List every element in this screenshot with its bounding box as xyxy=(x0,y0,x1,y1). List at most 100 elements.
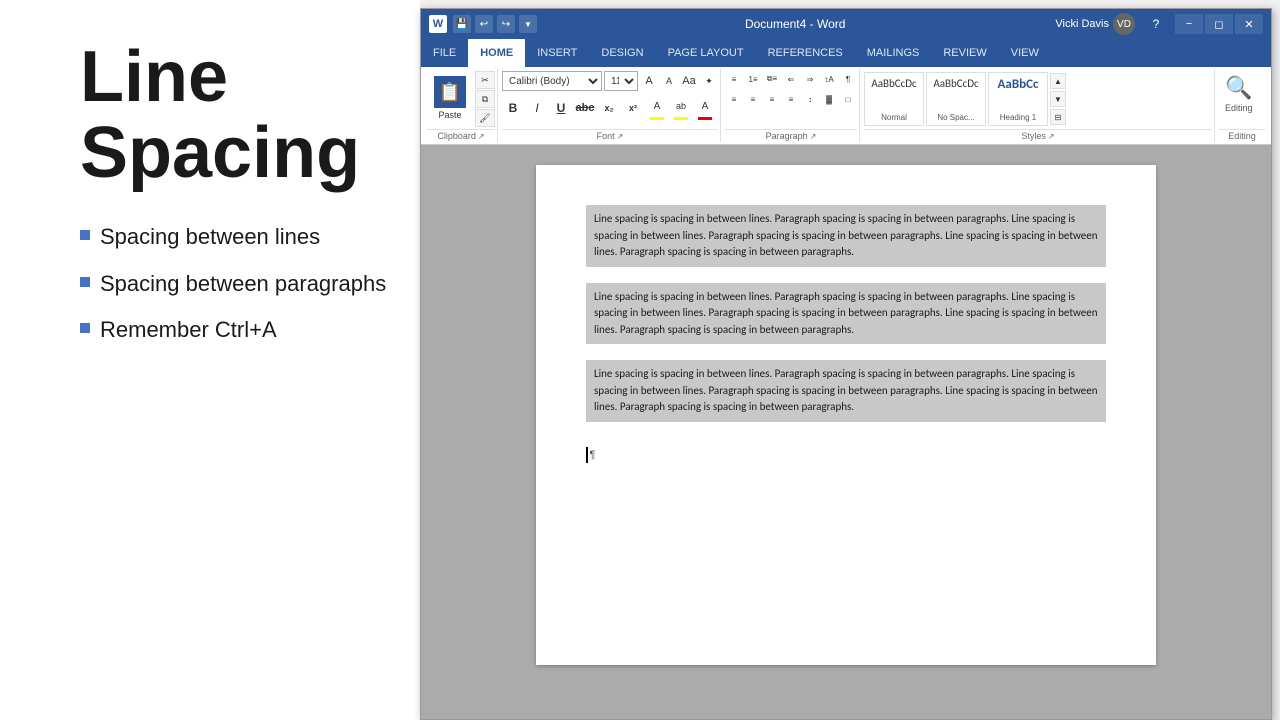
highlight-color-strip xyxy=(674,117,688,120)
change-case-button[interactable]: Aa xyxy=(680,72,698,90)
align-left-button[interactable]: ≡ xyxy=(725,91,743,107)
styles-group-inner: AaBbCcDc Normal AaBbCcDc No Spac... AaBb… xyxy=(864,71,1212,129)
window-controls: − ◻ ✕ xyxy=(1175,14,1263,34)
paste-button[interactable]: 📋 Paste xyxy=(427,71,473,125)
slide-title: Line Spacing xyxy=(80,40,390,191)
styles-group: AaBbCcDc Normal AaBbCcDc No Spac... AaBb… xyxy=(862,69,1215,142)
tab-view[interactable]: VIEW xyxy=(999,39,1051,67)
tab-page-layout[interactable]: PAGE LAYOUT xyxy=(656,39,756,67)
redo-qat-button[interactable]: ↪ xyxy=(497,15,515,33)
customize-qat-button[interactable]: ▼ xyxy=(519,15,537,33)
bullet-marker xyxy=(80,277,90,287)
cut-button[interactable]: ✂ xyxy=(475,71,495,89)
paragraph-3[interactable]: Line spacing is spacing in between lines… xyxy=(586,360,1106,422)
find-icon: 🔍 xyxy=(1225,75,1252,101)
tab-insert[interactable]: INSERT xyxy=(525,39,589,67)
italic-button[interactable]: I xyxy=(526,97,548,119)
font-group-inner: Calibri (Body) 11 A A Aa ✦ B xyxy=(502,71,718,129)
word-window: W 💾 ↩ ↪ ▼ Document4 - Word Vicki Davis V… xyxy=(420,8,1272,720)
superscript-button[interactable]: x² xyxy=(622,97,644,119)
font-row2: B I U abc x₂ x² A ab xyxy=(502,95,716,120)
clipboard-expand-icon[interactable]: ↗ xyxy=(478,132,485,141)
borders-button[interactable]: □ xyxy=(839,91,857,107)
text-effects-button[interactable]: A xyxy=(646,95,668,117)
center-button[interactable]: ≡ xyxy=(744,91,762,107)
clipboard-side-buttons: ✂ ⧉ 🖌 xyxy=(475,71,495,127)
user-name: Vicki Davis xyxy=(1055,18,1109,30)
style-no-spacing[interactable]: AaBbCcDc No Spac... xyxy=(926,72,986,126)
font-color-wrapper: A xyxy=(646,95,668,120)
ribbon-tab-bar: FILE HOME INSERT DESIGN PAGE LAYOUT REFE… xyxy=(421,39,1271,67)
underline-button[interactable]: U xyxy=(550,97,572,119)
tab-mailings[interactable]: MAILINGS xyxy=(855,39,932,67)
shrink-font-button[interactable]: A xyxy=(660,72,678,90)
justify-button[interactable]: ≡ xyxy=(782,91,800,107)
close-button[interactable]: ✕ xyxy=(1235,14,1263,34)
subscript-button[interactable]: x₂ xyxy=(598,97,620,119)
tab-design[interactable]: DESIGN xyxy=(589,39,655,67)
clear-formatting-button[interactable]: ✦ xyxy=(700,72,718,90)
highlight-button[interactable]: ab xyxy=(670,95,692,117)
shading-button[interactable]: ▓ xyxy=(820,91,838,107)
line-spacing-button[interactable]: ↕ xyxy=(801,91,819,107)
help-icon[interactable]: ? xyxy=(1147,17,1165,31)
increase-indent-button[interactable]: ⇒ xyxy=(801,71,819,87)
multilevel-button[interactable]: ⧉≡ xyxy=(763,71,781,87)
paragraph-1[interactable]: Line spacing is spacing in between lines… xyxy=(586,205,1106,267)
tab-file[interactable]: FILE xyxy=(421,39,468,67)
save-qat-button[interactable]: 💾 xyxy=(453,15,471,33)
bullets-button[interactable]: ≡ xyxy=(725,71,743,87)
font-size-select[interactable]: 11 xyxy=(604,71,638,91)
decrease-indent-button[interactable]: ⇐ xyxy=(782,71,800,87)
paragraph-2-text: Line spacing is spacing in between lines… xyxy=(594,290,1098,336)
format-painter-button[interactable]: 🖌 xyxy=(475,109,495,127)
style-gallery: AaBbCcDc Normal AaBbCcDc No Spac... AaBb… xyxy=(864,72,1048,126)
undo-qat-button[interactable]: ↩ xyxy=(475,15,493,33)
style-scroll-up[interactable]: ▲ xyxy=(1050,73,1066,89)
styles-expand-icon[interactable]: ↗ xyxy=(1048,132,1055,141)
bullet-text-2: Spacing between paragraphs xyxy=(100,270,386,299)
para-row2: ≡ ≡ ≡ ≡ ↕ ▓ □ xyxy=(725,91,857,107)
style-normal[interactable]: AaBbCcDc Normal xyxy=(864,72,924,126)
restore-button[interactable]: ◻ xyxy=(1205,14,1233,34)
style-scroll-down[interactable]: ▼ xyxy=(1050,91,1066,107)
font-name-select[interactable]: Calibri (Body) xyxy=(502,71,602,91)
word-app: W 💾 ↩ ↪ ▼ Document4 - Word Vicki Davis V… xyxy=(420,0,1280,720)
left-panel: Line Spacing Spacing between lines Spaci… xyxy=(0,0,420,720)
editing-find-button[interactable]: 🔍 Editing xyxy=(1219,71,1259,127)
style-nospace-label: No Spac... xyxy=(937,114,974,123)
tab-review[interactable]: REVIEW xyxy=(931,39,998,67)
grow-font-button[interactable]: A xyxy=(640,72,658,90)
align-right-button[interactable]: ≡ xyxy=(763,91,781,107)
font-expand-icon[interactable]: ↗ xyxy=(617,132,624,141)
para-row1: ≡ 1≡ ⧉≡ ⇐ ⇒ ↕A ¶ xyxy=(725,71,857,87)
tab-references[interactable]: REFERENCES xyxy=(756,39,855,67)
title-bar: W 💾 ↩ ↪ ▼ Document4 - Word Vicki Davis V… xyxy=(421,9,1271,39)
document-area[interactable]: Line spacing is spacing in between lines… xyxy=(421,145,1271,719)
word-app-icon: W xyxy=(429,15,447,33)
style-expand[interactable]: ⊟ xyxy=(1050,109,1066,125)
bold-button[interactable]: B xyxy=(502,97,524,119)
font-color-a-wrapper: A xyxy=(694,95,716,120)
minimize-button[interactable]: − xyxy=(1175,14,1203,34)
style-nospace-preview: AaBbCcDc xyxy=(933,77,978,90)
paste-label: Paste xyxy=(438,110,461,120)
bullet-item-3: Remember Ctrl+A xyxy=(80,316,390,345)
ribbon: FILE HOME INSERT DESIGN PAGE LAYOUT REFE… xyxy=(421,39,1271,145)
clipboard-label: Clipboard ↗ xyxy=(427,129,495,142)
document-page: Line spacing is spacing in between lines… xyxy=(536,165,1156,665)
document-title: Document4 - Word xyxy=(547,17,1043,31)
bullet-list: Spacing between lines Spacing between pa… xyxy=(80,223,390,345)
strikethrough-button[interactable]: abc xyxy=(574,97,596,119)
copy-button[interactable]: ⧉ xyxy=(475,90,495,108)
paragraph-expand-icon[interactable]: ↗ xyxy=(810,132,817,141)
paste-icon: 📋 xyxy=(434,76,466,108)
cursor-paragraph-mark: ¶ xyxy=(590,449,596,461)
font-color-button[interactable]: A xyxy=(694,95,716,117)
show-marks-button[interactable]: ¶ xyxy=(839,71,857,87)
sort-button[interactable]: ↕A xyxy=(820,71,838,87)
style-heading1[interactable]: AaBbCc Heading 1 xyxy=(988,72,1048,126)
numbering-button[interactable]: 1≡ xyxy=(744,71,762,87)
tab-home[interactable]: HOME xyxy=(468,39,525,67)
paragraph-2[interactable]: Line spacing is spacing in between lines… xyxy=(586,283,1106,345)
